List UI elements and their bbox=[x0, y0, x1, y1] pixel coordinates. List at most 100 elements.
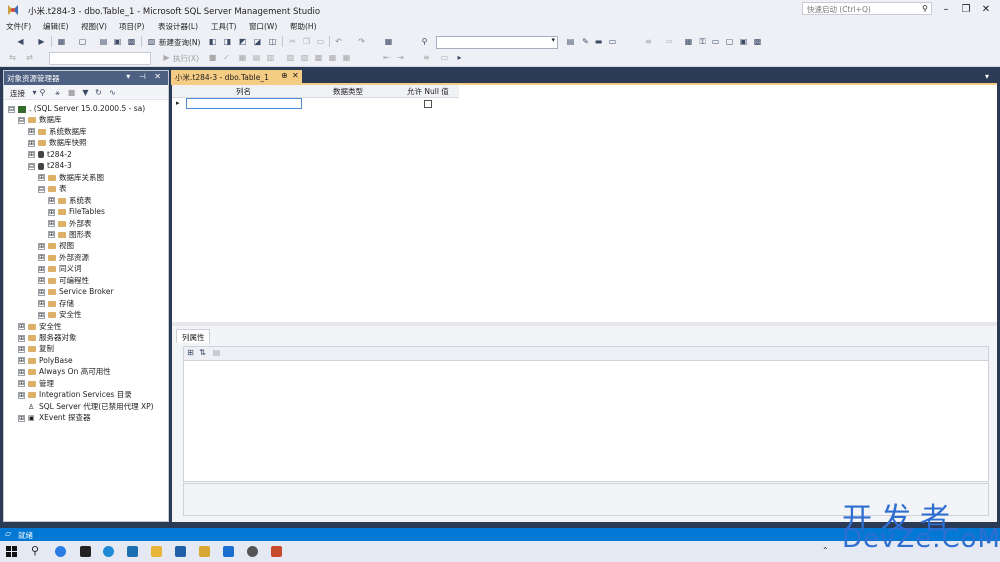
new-query-button[interactable]: 新建查询(N) bbox=[159, 37, 200, 48]
find-in-files-icon[interactable]: ⚲ bbox=[420, 37, 429, 46]
find-combo[interactable]: ▾ bbox=[436, 36, 558, 49]
menu-window[interactable]: 窗口(W) bbox=[249, 21, 277, 32]
store-icon[interactable] bbox=[175, 546, 186, 557]
close-tab-icon[interactable]: ✕ bbox=[292, 71, 299, 80]
tree-node[interactable]: ⊞ 系统数据库 bbox=[28, 126, 87, 137]
new-file-icon[interactable]: ▢ bbox=[78, 37, 87, 46]
generate-change-script-icon[interactable]: ▦ bbox=[684, 37, 693, 46]
specify-values-icon[interactable]: ≡ bbox=[422, 53, 431, 62]
tree-node[interactable]: ⊟ . (SQL Server 15.0.2000.5 - sa) bbox=[8, 103, 145, 114]
tree-node[interactable]: ⊞ 管理 bbox=[18, 378, 54, 389]
menu-edit[interactable]: 编辑(E) bbox=[43, 21, 69, 32]
tab-column-properties[interactable]: 列属性 bbox=[176, 329, 210, 343]
expand-icon[interactable]: ⊞ bbox=[48, 231, 55, 239]
toolbox-icon[interactable]: ▬ bbox=[594, 37, 603, 46]
tree-node[interactable]: ⊞ PolyBase bbox=[18, 355, 73, 366]
terminal-icon[interactable] bbox=[127, 546, 138, 557]
chrome-icon[interactable] bbox=[55, 546, 66, 557]
intellisense-icon[interactable]: ▥ bbox=[266, 53, 275, 62]
expand-icon[interactable]: ⊞ bbox=[18, 345, 25, 353]
expand-icon[interactable]: ⊞ bbox=[18, 391, 25, 399]
tree-node[interactable]: ⊞ 存储 bbox=[38, 298, 74, 309]
menu-project[interactable]: 项目(P) bbox=[119, 21, 144, 32]
expand-icon[interactable]: ⊞ bbox=[28, 128, 35, 136]
expand-icon[interactable]: ⊞ bbox=[38, 174, 45, 182]
collapse-icon[interactable]: ⊟ bbox=[38, 185, 45, 193]
results-to-file-icon[interactable]: ▩ bbox=[314, 53, 323, 62]
indent-icon[interactable]: ≡ bbox=[644, 37, 653, 46]
execute-icon[interactable]: ▶ bbox=[162, 53, 171, 62]
alphabetical-sort-icon[interactable]: ⇅ bbox=[198, 348, 207, 357]
app-icon[interactable] bbox=[80, 546, 91, 557]
forward-icon[interactable]: ▶ bbox=[37, 37, 46, 46]
refresh-icon[interactable]: ↻ bbox=[94, 88, 103, 97]
minimize-button[interactable]: – bbox=[938, 3, 954, 17]
disconnect-icon[interactable]: ⚹ bbox=[53, 88, 62, 97]
paste-icon[interactable]: ▭ bbox=[316, 37, 325, 46]
menu-view[interactable]: 视图(V) bbox=[81, 21, 107, 32]
allow-null-checkbox[interactable] bbox=[424, 100, 432, 108]
mdx-query-icon[interactable]: ◩ bbox=[238, 37, 247, 46]
open-file-icon[interactable]: ▤ bbox=[99, 37, 108, 46]
tree-node[interactable]: ⊞ 外部资源 bbox=[38, 252, 89, 263]
tree-node[interactable]: ⊞ 数据库关系图 bbox=[38, 172, 104, 183]
expand-icon[interactable]: ⊞ bbox=[18, 357, 25, 365]
expand-icon[interactable]: ⊞ bbox=[38, 311, 45, 319]
execute-button[interactable]: 执行(X) bbox=[173, 53, 199, 64]
expand-icon[interactable]: ⊞ bbox=[18, 323, 25, 331]
manage-spatial-icon[interactable]: ▩ bbox=[753, 37, 762, 46]
stop-icon[interactable]: ■ bbox=[67, 88, 76, 97]
comment-icon[interactable]: ▦ bbox=[328, 53, 337, 62]
tree-node[interactable]: ⊞ FileTables bbox=[48, 206, 105, 217]
search-icon[interactable]: ⚲ bbox=[31, 544, 39, 557]
tree-node[interactable]: ⊞ 可编程性 bbox=[38, 275, 89, 286]
parse-icon[interactable]: ✓ bbox=[222, 53, 231, 62]
activity-monitor-icon[interactable]: ∿ bbox=[108, 88, 117, 97]
expand-icon[interactable]: ⊞ bbox=[18, 334, 25, 342]
app-icon[interactable] bbox=[247, 546, 258, 557]
expand-icon[interactable]: ⊞ bbox=[38, 254, 45, 262]
expand-icon[interactable]: ⊞ bbox=[28, 151, 35, 159]
properties-icon[interactable]: ▤ bbox=[566, 37, 575, 46]
tree-node[interactable]: ⊟ 表 bbox=[38, 183, 67, 194]
expand-icon[interactable]: ⊞ bbox=[18, 368, 25, 376]
expand-icon[interactable]: ⊞ bbox=[48, 197, 55, 205]
save-all-icon[interactable]: ▩ bbox=[127, 37, 136, 46]
collapse-icon[interactable]: ⊟ bbox=[8, 105, 15, 113]
set-primary-key-icon[interactable]: ⚿ bbox=[698, 37, 707, 46]
vscode-icon[interactable] bbox=[223, 546, 234, 557]
expand-icon[interactable]: ⊞ bbox=[18, 380, 25, 388]
decrease-indent-icon[interactable]: ⇤ bbox=[382, 53, 391, 62]
tree-node[interactable]: ⊞ 外部表 bbox=[48, 218, 92, 229]
expand-icon[interactable]: ⊞ bbox=[38, 265, 45, 273]
expand-icon[interactable]: ⊞ bbox=[48, 220, 55, 227]
file-explorer-icon[interactable] bbox=[151, 546, 162, 557]
panel-controls[interactable]: ▾ ⊣ ✕ bbox=[126, 72, 164, 81]
tray-chevron-up-icon[interactable]: ⌃ bbox=[822, 546, 829, 555]
connect-plug-icon[interactable]: ⚲ bbox=[38, 88, 47, 97]
tree-node[interactable]: ⊞ 同义词 bbox=[38, 263, 82, 274]
ssms-taskbar-icon[interactable] bbox=[199, 546, 210, 557]
solution-icon[interactable]: ▦ bbox=[384, 37, 393, 46]
menu-table-designer[interactable]: 表设计器(L) bbox=[158, 21, 198, 32]
categorized-icon[interactable]: ⊞ bbox=[186, 348, 195, 357]
tree-node[interactable]: ⊟ t284-3 bbox=[28, 160, 72, 171]
increase-indent-icon[interactable]: ⇥ bbox=[396, 53, 405, 62]
expand-icon[interactable]: ⊞ bbox=[38, 242, 45, 250]
stop-icon[interactable]: ■ bbox=[208, 53, 217, 62]
expand-icon[interactable]: ⊞ bbox=[48, 208, 55, 216]
new-query-icon[interactable]: ▧ bbox=[147, 37, 156, 46]
pin-icon[interactable]: ⊕ bbox=[281, 71, 288, 80]
menu-file[interactable]: 文件(F) bbox=[6, 21, 31, 32]
relationships-icon[interactable]: ▭ bbox=[711, 37, 720, 46]
edge-icon[interactable] bbox=[103, 546, 114, 557]
tree-node[interactable]: ⊞ t284-2 bbox=[28, 149, 72, 160]
results-to-text-icon[interactable]: ▧ bbox=[286, 53, 295, 62]
collapse-icon[interactable]: ⊟ bbox=[28, 162, 35, 170]
tree-node[interactable]: ⊞ 图形表 bbox=[48, 229, 92, 240]
results-to-grid-icon[interactable]: ▨ bbox=[300, 53, 309, 62]
new-project-icon[interactable]: ▦ bbox=[57, 37, 66, 46]
database-query-icon[interactable]: ◧ bbox=[208, 37, 217, 46]
back-icon[interactable]: ◀ bbox=[16, 37, 25, 46]
close-window-button[interactable]: ✕ bbox=[978, 3, 994, 17]
